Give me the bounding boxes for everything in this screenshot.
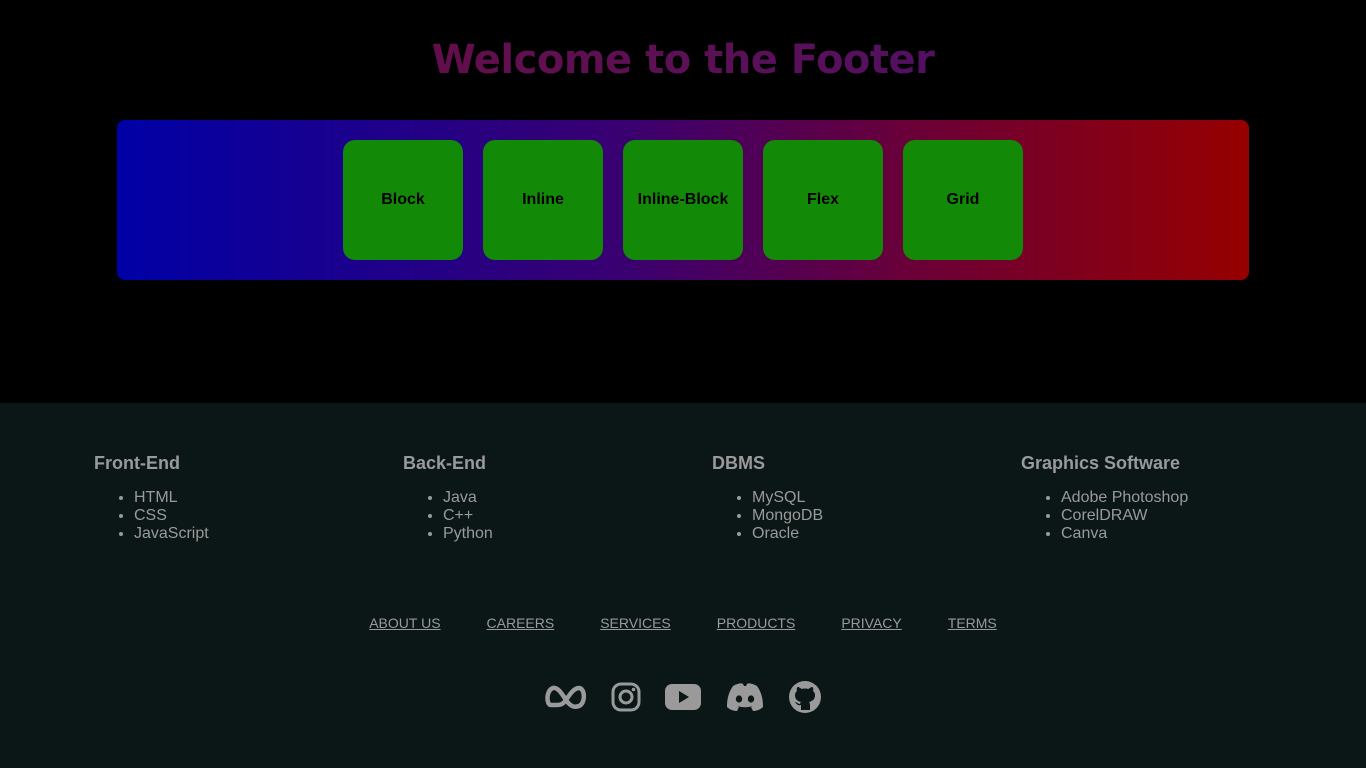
discord-icon[interactable]	[725, 682, 765, 712]
list-item: Python	[443, 525, 493, 543]
meta-icon[interactable]	[545, 681, 587, 713]
site-footer: Front-End HTML CSS JavaScript Back-End J…	[0, 403, 1366, 768]
footer-column-dbms: DBMS MySQL MongoDB Oracle	[712, 453, 823, 543]
column-list: Adobe Photoshop CorelDRAW Canva	[1021, 489, 1188, 543]
youtube-icon[interactable]	[665, 683, 701, 711]
list-item: MySQL	[752, 489, 823, 507]
footer-column-front-end: Front-End HTML CSS JavaScript	[94, 453, 209, 543]
box-flex[interactable]: Flex	[763, 140, 883, 260]
list-item: Oracle	[752, 525, 823, 543]
list-item: C++	[443, 507, 493, 525]
box-grid[interactable]: Grid	[903, 140, 1023, 260]
instagram-icon[interactable]	[611, 682, 641, 712]
link-privacy[interactable]: PRIVACY	[841, 615, 901, 631]
list-item: CSS	[134, 507, 209, 525]
column-list: Java C++ Python	[403, 489, 493, 543]
list-item: CorelDRAW	[1061, 507, 1188, 525]
column-heading: Graphics Software	[1021, 453, 1181, 473]
github-icon[interactable]	[789, 681, 821, 713]
footer-column-back-end: Back-End Java C++ Python	[403, 453, 493, 543]
social-icons	[0, 681, 1366, 713]
list-item: Canva	[1061, 525, 1188, 543]
page-title: Welcome to the Footer	[0, 34, 1366, 86]
box-block[interactable]: Block	[343, 140, 463, 260]
box-inline-block[interactable]: Inline-Block	[623, 140, 743, 260]
list-item: JavaScript	[134, 525, 209, 543]
footer-links: ABOUT US CAREERS SERVICES PRODUCTS PRIVA…	[0, 615, 1366, 631]
link-careers[interactable]: CAREERS	[487, 615, 555, 631]
column-list: MySQL MongoDB Oracle	[712, 489, 823, 543]
column-heading: Front-End	[94, 453, 180, 473]
column-heading: DBMS	[712, 453, 765, 473]
list-item: HTML	[134, 489, 209, 507]
list-item: Java	[443, 489, 493, 507]
column-heading: Back-End	[403, 453, 487, 473]
display-boxes-strip: Block Inline Inline-Block Flex Grid	[117, 120, 1249, 280]
hero-section: Welcome to the Footer Block Inline Inlin…	[0, 0, 1366, 403]
link-products[interactable]: PRODUCTS	[717, 615, 796, 631]
link-services[interactable]: SERVICES	[600, 615, 671, 631]
link-about-us[interactable]: ABOUT US	[369, 615, 440, 631]
column-list: HTML CSS JavaScript	[94, 489, 209, 543]
box-inline[interactable]: Inline	[483, 140, 603, 260]
list-item: Adobe Photoshop	[1061, 489, 1188, 507]
link-terms[interactable]: TERMS	[948, 615, 997, 631]
footer-column-graphics-software: Graphics Software Adobe Photoshop CorelD…	[1021, 453, 1188, 543]
list-item: MongoDB	[752, 507, 823, 525]
